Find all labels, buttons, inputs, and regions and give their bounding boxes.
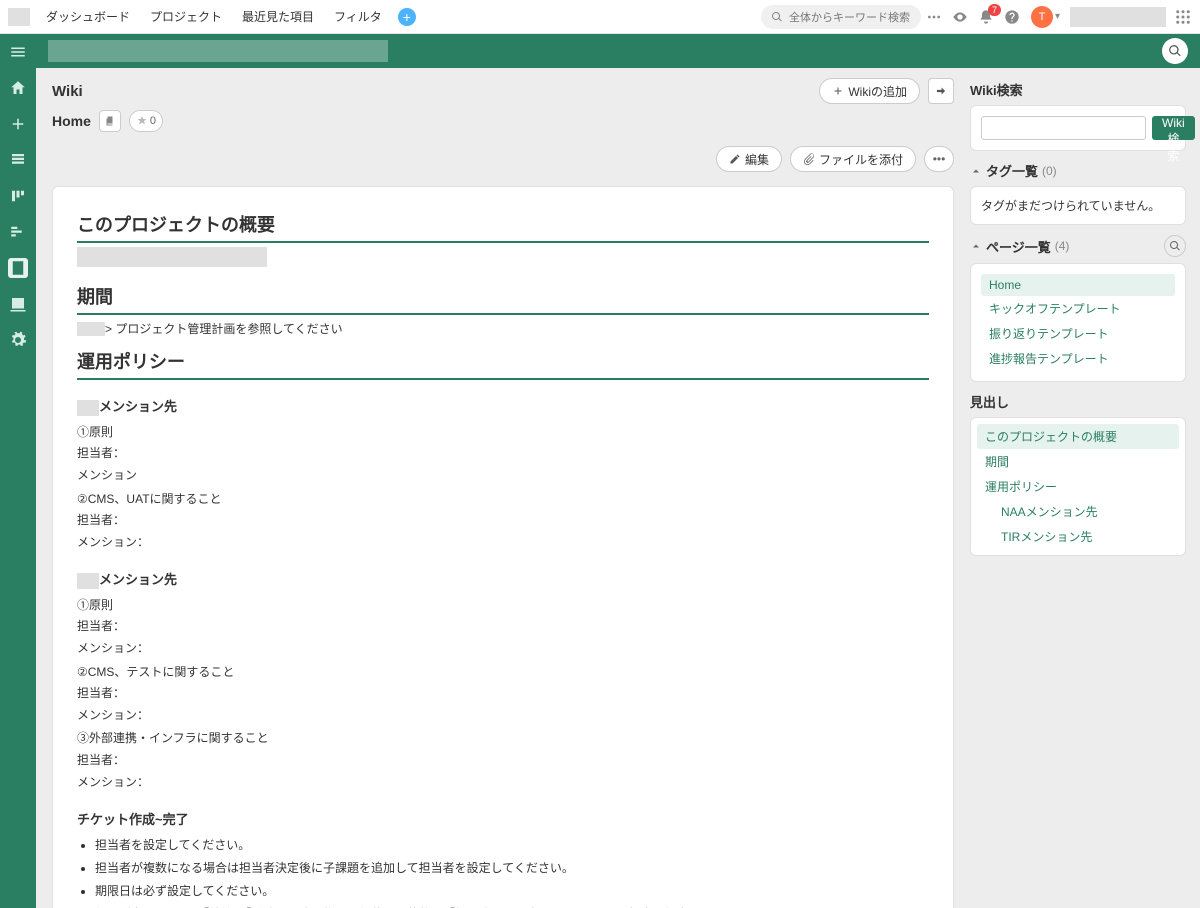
nav-dashboard[interactable]: ダッシュボード — [36, 8, 140, 25]
product-logo — [8, 8, 30, 26]
heading-overview: このプロジェクトの概要 — [77, 211, 929, 243]
project-siderail — [0, 34, 36, 908]
wiki-search-input[interactable] — [981, 116, 1146, 140]
user-avatar[interactable]: T — [1031, 6, 1053, 28]
wiki-content-card: このプロジェクトの概要 期間 > プロジェクト管理計画を参照してください 運用ポ… — [52, 186, 954, 908]
more-menu-icon[interactable] — [921, 4, 947, 30]
project-header-bar — [36, 34, 1200, 68]
collapse-right-button[interactable] — [928, 78, 954, 104]
wiki-search-panel: Wiki検索 — [970, 105, 1186, 151]
tags-panel-title[interactable]: タグ一覧 (0) — [970, 161, 1186, 180]
tags-panel: タグがまだつけられていません。 — [970, 186, 1186, 225]
attach-label: ファイルを添付 — [819, 151, 903, 168]
page-link[interactable]: 進捗報告テンプレート — [981, 346, 1175, 371]
rail-wiki-icon[interactable] — [8, 258, 28, 278]
headings-panel: このプロジェクトの概要期間運用ポリシーNAAメンション先TIRメンション先 — [970, 417, 1186, 556]
wiki-search-button[interactable]: Wiki検索 — [1152, 116, 1195, 140]
pencil-icon — [729, 153, 741, 165]
search-icon — [771, 11, 783, 23]
project-search-button[interactable] — [1162, 38, 1188, 64]
global-search[interactable]: 全体からキーワード検索 — [761, 5, 921, 29]
heading-mention1: メンション先 — [77, 396, 929, 416]
apps-grid-icon[interactable] — [1174, 8, 1192, 26]
toc-item[interactable]: 期間 — [977, 449, 1179, 474]
mention-block-1: ①原則 担当者： メンション — [77, 422, 929, 487]
rail-issues-icon[interactable] — [8, 150, 28, 170]
global-topbar: ダッシュボード プロジェクト 最近見た項目 フィルタ + 全体からキーワード検索… — [0, 0, 1200, 34]
paperclip-icon — [803, 153, 815, 165]
page-link-home[interactable]: Home — [981, 274, 1175, 296]
add-wiki-button[interactable]: Wikiの追加 — [819, 78, 920, 104]
page-copy-icon[interactable] — [99, 110, 121, 132]
nav-add-button[interactable]: + — [398, 8, 416, 26]
attach-button[interactable]: ファイルを添付 — [790, 146, 916, 172]
notifications-icon[interactable]: 7 — [973, 4, 999, 30]
star-count: 0 — [150, 115, 156, 127]
add-wiki-label: Wikiの追加 — [848, 83, 907, 100]
tags-empty-text: タグがまだつけられていません。 — [981, 199, 1160, 213]
heading-ticket: チケット作成~完了 — [77, 809, 929, 828]
rail-gantt-icon[interactable] — [8, 222, 28, 242]
project-name-placeholder — [48, 40, 388, 62]
avatar-caret-icon[interactable]: ▾ — [1055, 11, 1060, 22]
pages-panel-title[interactable]: ページ一覧 (4) — [970, 235, 1186, 257]
edit-button[interactable]: 編集 — [716, 146, 782, 172]
mention-block-5: ③外部連携・インフラに関すること 担当者： メンション： — [77, 728, 929, 793]
period-text: > プロジェクト管理計画を参照してください — [77, 319, 929, 341]
global-search-placeholder: 全体からキーワード検索 — [789, 9, 910, 25]
mention-block-4: ②CMS、テストに関すること 担当者： メンション： — [77, 662, 929, 727]
nav-recent[interactable]: 最近見た項目 — [232, 8, 324, 25]
page-link[interactable]: キックオフテンプレート — [981, 296, 1175, 321]
toc-item[interactable]: このプロジェクトの概要 — [977, 424, 1179, 449]
wiki-search-title: Wiki検索 — [970, 80, 1186, 99]
breadcrumb-home[interactable]: Home — [52, 113, 91, 129]
nav-projects[interactable]: プロジェクト — [140, 8, 232, 25]
toc-item[interactable]: 運用ポリシー — [977, 474, 1179, 499]
page-link[interactable]: 振り返りテンプレート — [981, 321, 1175, 346]
rail-files-icon[interactable] — [8, 294, 28, 314]
wiki-right-column: Wiki検索 Wiki検索 タグ一覧 (0) タグがまだつけられていません。 — [970, 68, 1200, 908]
page-kind-label: Wiki — [52, 83, 83, 100]
edit-label: 編集 — [745, 151, 769, 168]
ticket-item: 担当者を設定してください。 — [95, 834, 929, 857]
heading-mention2: メンション先 — [77, 569, 929, 589]
rail-add-icon[interactable] — [8, 114, 28, 134]
redacted-block — [77, 247, 267, 267]
heading-period: 期間 — [77, 283, 929, 315]
watch-eye-icon[interactable] — [947, 4, 973, 30]
mention-block-2: ②CMS、UATに関すること 担当者： メンション： — [77, 489, 929, 554]
rail-board-icon[interactable] — [8, 186, 28, 206]
ticket-item: 課題が完了したら、「結論」「反映した成果物」を記載し、状態を「処理済み」に変更し… — [95, 903, 929, 908]
star-count-chip[interactable]: 0 — [129, 110, 163, 132]
toc-item[interactable]: TIRメンション先 — [977, 524, 1179, 549]
heading-policy: 運用ポリシー — [77, 348, 929, 380]
ticket-item: 期限日は必ず設定してください。 — [95, 880, 929, 903]
mention-block-3: ①原則 担当者： メンション： — [77, 595, 929, 660]
rail-settings-icon[interactable] — [8, 330, 28, 350]
star-icon — [136, 115, 148, 127]
plus-icon — [832, 85, 844, 97]
ticket-item: 担当者が複数になる場合は担当者決定後に子課題を追加して担当者を設定してください。 — [95, 857, 929, 880]
pages-panel: Home キックオフテンプレート 振り返りテンプレート 進捗報告テンプレート — [970, 263, 1186, 382]
wiki-more-button[interactable]: ••• — [924, 146, 954, 172]
pages-search-icon[interactable] — [1164, 235, 1186, 257]
nav-filter[interactable]: フィルタ — [324, 8, 392, 25]
toc-item[interactable]: NAAメンション先 — [977, 499, 1179, 524]
headings-title: 見出し — [970, 392, 1186, 411]
chevron-up-icon — [970, 165, 982, 177]
rail-menu-icon[interactable] — [8, 42, 28, 62]
top-right-placeholder — [1070, 7, 1166, 27]
chevron-up-icon — [970, 240, 982, 252]
help-icon[interactable] — [999, 4, 1025, 30]
ticket-list: 担当者を設定してください。 担当者が複数になる場合は担当者決定後に子課題を追加し… — [77, 834, 929, 908]
rail-home-icon[interactable] — [8, 78, 28, 98]
